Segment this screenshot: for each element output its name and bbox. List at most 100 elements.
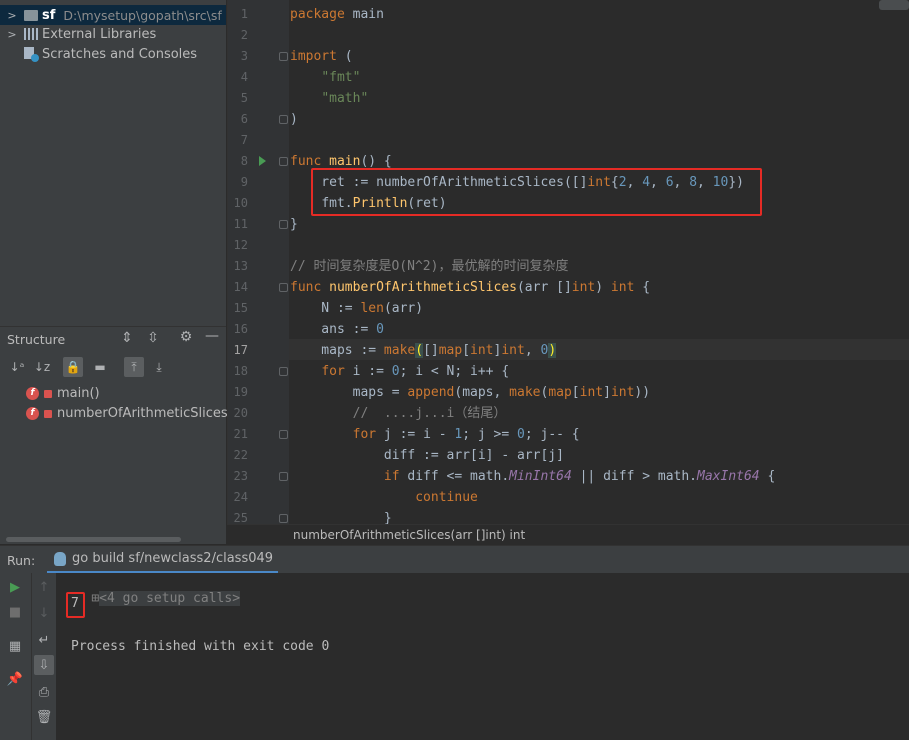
line-number: 14 bbox=[233, 280, 248, 294]
code-line-23: if diff <= math.MinInt64 || diff > math.… bbox=[383, 469, 776, 484]
soft-wrap-icon[interactable]: ↵ bbox=[34, 630, 54, 650]
lock-icon bbox=[44, 390, 52, 398]
highlight-box-code bbox=[311, 168, 762, 216]
fold-marker[interactable] bbox=[279, 115, 288, 124]
go-build-icon bbox=[54, 551, 66, 566]
scratches-icon bbox=[24, 47, 39, 62]
pin-icon[interactable]: 📌 bbox=[5, 669, 25, 689]
run-tool-window-header: Run: go build sf/newclass2/class049 bbox=[0, 545, 909, 574]
code-line-13: // 时间复杂度是O(N^2)，最优解的时间复杂度 bbox=[290, 259, 569, 274]
code-line-16: ans := 0 bbox=[290, 322, 384, 337]
chevron-right-icon[interactable]: > bbox=[6, 9, 18, 22]
code-line-18: for i := 0; i < N; i++ { bbox=[321, 364, 510, 379]
fold-marker[interactable] bbox=[279, 430, 288, 439]
run-gutter-icon[interactable] bbox=[259, 156, 266, 166]
sort-by-visibility-icon[interactable]: ↓ᵃ bbox=[7, 357, 27, 377]
code-line-4: "fmt" bbox=[321, 70, 361, 85]
tree-item-external-libraries[interactable]: > External Libraries bbox=[0, 24, 226, 44]
highlight-box-output bbox=[66, 592, 85, 618]
fold-marker[interactable] bbox=[279, 472, 288, 481]
print-icon[interactable]: ⎙ bbox=[34, 682, 54, 702]
run-tab-title: go build sf/newclass2/class049 bbox=[72, 551, 274, 566]
line-number: 19 bbox=[233, 385, 248, 399]
code-line-22: diff := arr[i] - arr[j] bbox=[290, 448, 564, 463]
console-toolbar: ↑ ↓ ↵ ⇩ ⎙ 🗑 bbox=[32, 573, 56, 740]
minimize-icon[interactable]: — bbox=[203, 328, 221, 344]
run-label: Run: bbox=[7, 553, 36, 568]
fold-marker[interactable] bbox=[279, 367, 288, 376]
project-panel: > sf D:\mysetup\gopath\src\sf > External… bbox=[0, 0, 226, 326]
code-line-24: continue bbox=[415, 490, 478, 505]
line-number: 23 bbox=[233, 469, 248, 483]
line-number: 7 bbox=[240, 133, 248, 147]
structure-item-main[interactable]: f main() bbox=[26, 383, 100, 403]
chevron-right-icon[interactable]: > bbox=[6, 28, 18, 41]
function-icon: f bbox=[26, 386, 39, 400]
sort-alphabetically-icon[interactable]: ↓z bbox=[32, 357, 52, 377]
vertical-scrollbar[interactable] bbox=[879, 0, 909, 10]
fold-marker[interactable] bbox=[279, 514, 288, 523]
code-line-25: } bbox=[290, 511, 392, 524]
structure-title: Structure bbox=[7, 332, 66, 347]
folder-icon bbox=[24, 9, 38, 21]
expand-all-icon[interactable]: ⇕ bbox=[118, 330, 136, 346]
layout-icon[interactable]: ▦ bbox=[5, 636, 25, 656]
line-number-current: 17 bbox=[233, 343, 248, 357]
fold-marker[interactable] bbox=[279, 157, 288, 166]
code-editor[interactable]: 1 2 3 4 5 6 7 8 9 10 11 12 13 14 15 16 1… bbox=[227, 0, 909, 524]
line-number: 6 bbox=[240, 112, 248, 126]
line-number: 9 bbox=[240, 175, 248, 189]
horizontal-scrollbar[interactable] bbox=[6, 537, 181, 542]
console-setup-calls[interactable]: ⊞<4 go setup calls> bbox=[60, 576, 241, 621]
rerun-icon[interactable]: ▶ bbox=[5, 577, 25, 597]
run-tab[interactable]: go build sf/newclass2/class049 bbox=[47, 546, 278, 574]
code-line-1: package main bbox=[290, 7, 384, 22]
function-icon: f bbox=[26, 406, 39, 420]
line-number: 12 bbox=[233, 238, 248, 252]
run-toolbar: ▶ ■ ▦ 📌 bbox=[0, 573, 32, 740]
line-number: 18 bbox=[233, 364, 248, 378]
code-line-5: "math" bbox=[321, 91, 369, 106]
tree-item-scratches[interactable]: Scratches and Consoles bbox=[0, 44, 226, 64]
show-private-icon[interactable]: 🔒 bbox=[63, 357, 83, 377]
autoscroll-from-source-icon[interactable]: ⤓ bbox=[149, 357, 169, 377]
collapse-all-icon[interactable]: ⇳ bbox=[144, 330, 162, 346]
line-number: 10 bbox=[233, 196, 248, 210]
line-number: 24 bbox=[233, 490, 248, 504]
line-number: 2 bbox=[240, 28, 248, 42]
fold-marker[interactable] bbox=[279, 283, 288, 292]
show-fields-icon[interactable]: ▬ bbox=[90, 357, 110, 377]
line-number: 11 bbox=[233, 217, 248, 231]
code-line-3: import ( bbox=[290, 49, 353, 64]
autoscroll-to-source-icon[interactable]: ⤒ bbox=[124, 357, 144, 377]
fold-marker[interactable] bbox=[279, 52, 288, 61]
line-number: 22 bbox=[233, 448, 248, 462]
fold-marker[interactable] bbox=[279, 220, 288, 229]
stop-icon[interactable]: ■ bbox=[5, 602, 25, 622]
console-process-finished: Process finished with exit code 0 bbox=[71, 639, 330, 654]
code-line-11: } bbox=[290, 217, 298, 232]
lock-icon bbox=[44, 410, 52, 418]
console-output[interactable]: ⊞<4 go setup calls> 7 Process finished w… bbox=[56, 573, 909, 740]
tree-item-sf[interactable]: > sf D:\mysetup\gopath\src\sf bbox=[0, 5, 226, 25]
code-line-6: ) bbox=[290, 112, 298, 127]
line-number: 25 bbox=[233, 511, 248, 524]
code-line-21: for j := i - 1; j >= 0; j-- { bbox=[352, 427, 580, 442]
trash-icon[interactable]: 🗑 bbox=[34, 707, 54, 727]
structure-item-label: main() bbox=[57, 385, 100, 401]
down-arrow-icon[interactable]: ↓ bbox=[34, 603, 54, 623]
gear-icon[interactable]: ⚙ bbox=[177, 329, 195, 345]
up-arrow-icon[interactable]: ↑ bbox=[34, 577, 54, 597]
line-number: 13 bbox=[233, 259, 248, 273]
line-number: 16 bbox=[233, 322, 248, 336]
scroll-to-end-icon[interactable]: ⇩ bbox=[34, 655, 54, 675]
breadcrumb[interactable]: numberOfArithmeticSlices(arr []int) int bbox=[227, 524, 909, 545]
project-root-name: sf bbox=[42, 7, 56, 23]
structure-item-numberofarithmeticslices[interactable]: f numberOfArithmeticSlices(ar bbox=[26, 403, 246, 423]
project-root-path: D:\mysetup\gopath\src\sf bbox=[63, 7, 222, 23]
code-line-14: func numberOfArithmeticSlices(arr []int)… bbox=[290, 280, 651, 295]
line-number: 8 bbox=[240, 154, 248, 168]
library-icon bbox=[24, 28, 38, 40]
structure-panel: Structure ⇕ ⇳ ⚙ — ↓ᵃ ↓z 🔒 ▬ ⤒ ⤓ f main()… bbox=[0, 326, 246, 544]
line-number: 1 bbox=[240, 7, 248, 21]
